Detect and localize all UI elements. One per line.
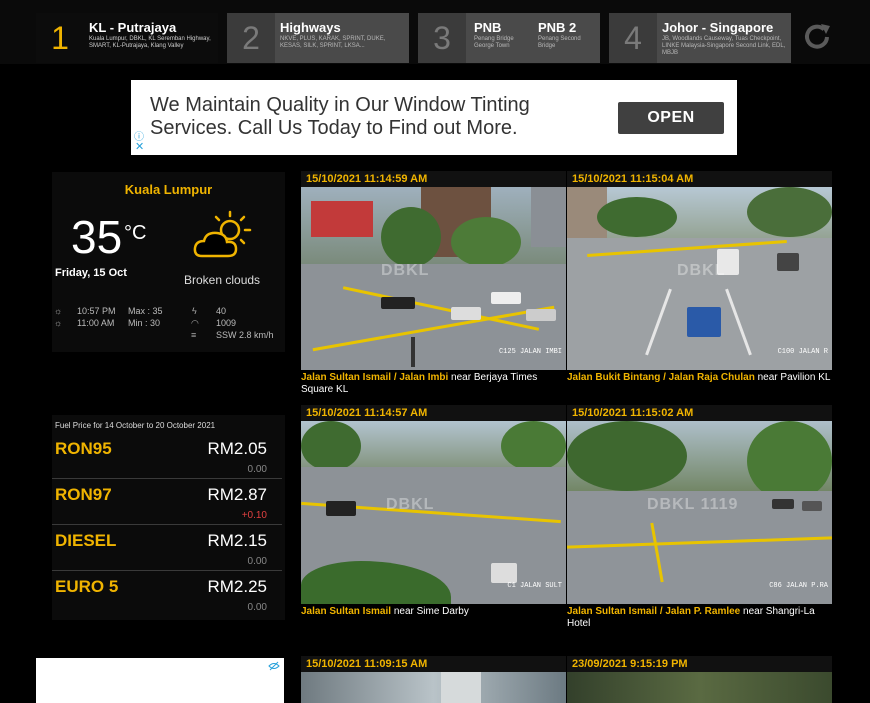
nav-tab-title-2: PNB 2 bbox=[538, 20, 577, 35]
camera-timestamp: 15/10/2021 11:15:02 AM bbox=[567, 405, 832, 421]
camera-near: near Sime Darby bbox=[391, 606, 469, 617]
pressure-icon: ◠ bbox=[191, 318, 199, 328]
nav-tab-johor-singapore[interactable]: 4 Johor - Singapore JB, Woodlands Causew… bbox=[609, 13, 791, 63]
nav-tab-title: Johor - Singapore bbox=[662, 20, 774, 35]
camera-watermark: DBKL bbox=[381, 262, 430, 279]
traffic-camera-6[interactable]: 23/09/2021 9:15:19 PM bbox=[567, 656, 832, 703]
fuel-price: RM2.25 bbox=[207, 577, 267, 596]
fuel-row: DIESEL RM2.15 0.00 bbox=[52, 525, 282, 571]
traffic-camera-3[interactable]: 15/10/2021 11:14:57 AM DBKL C1 JALAN SUL… bbox=[301, 405, 566, 635]
wind-icon: ≡ bbox=[191, 330, 197, 340]
camera-caption: Jalan Bukit Bintang / Jalan Raja Chulan … bbox=[567, 372, 832, 384]
fuel-name: RON97 bbox=[55, 485, 112, 504]
refresh-icon[interactable] bbox=[800, 20, 834, 54]
weather-condition: Broken clouds bbox=[184, 273, 261, 287]
partly-cloudy-icon bbox=[193, 210, 252, 258]
weather-wind: SSW 2.8 km/h bbox=[216, 330, 274, 340]
nav-tab-subtitle: Penang Bridge George Town bbox=[474, 36, 514, 49]
camera-image[interactable]: DBKL 1119 C86 JALAN P.RA bbox=[567, 421, 832, 604]
weather-sunrise: 11:00 AM bbox=[77, 318, 115, 328]
nav-tab-title: PNB bbox=[474, 20, 502, 35]
nav-tab-pnb[interactable]: 3 PNB Penang Bridge George Town PNB 2 Pe… bbox=[418, 13, 600, 63]
nav-tab-number: 3 bbox=[433, 19, 451, 56]
weather-panel: Kuala Lumpur 35 °C Friday, 15 Oct Broken… bbox=[52, 172, 285, 352]
sunset-icon: ☼ bbox=[54, 306, 63, 316]
camera-timestamp: 15/10/2021 11:14:57 AM bbox=[301, 405, 566, 421]
camera-image[interactable]: DBKL C1 JALAN SULT bbox=[301, 421, 566, 604]
weather-max: Max : 35 bbox=[128, 306, 163, 316]
nav-tab-number: 1 bbox=[51, 19, 69, 56]
fuel-heading: Fuel Price for 14 October to 20 October … bbox=[55, 421, 216, 430]
nav-tab-number: 4 bbox=[624, 19, 642, 56]
fuel-row: RON97 RM2.87 +0.10 bbox=[52, 479, 282, 525]
nav-tab-subtitle: JB, Woodlands Causeway, Tuas Checkpoint,… bbox=[662, 36, 786, 56]
fuel-change: 0.00 bbox=[247, 556, 267, 567]
sunrise-icon: ☼ bbox=[54, 318, 63, 328]
nav-tab-subtitle: Kuala Lumpur, DBKL, KL Seremban Highway,… bbox=[89, 36, 211, 49]
fuel-name: DIESEL bbox=[55, 531, 117, 550]
fuel-name: RON95 bbox=[55, 439, 112, 458]
camera-watermark: DBKL bbox=[386, 496, 435, 513]
camera-image[interactable]: DBKL C125 JALAN IMBI bbox=[301, 187, 566, 370]
ad-close-icon[interactable]: ✕ bbox=[135, 140, 144, 153]
fuel-row: EURO 5 RM2.25 0.00 bbox=[52, 571, 282, 616]
fuel-name: EURO 5 bbox=[55, 577, 119, 596]
ad-banner-2[interactable] bbox=[36, 658, 284, 703]
camera-watermark: DBKL bbox=[677, 262, 726, 279]
camera-road: Jalan Sultan Ismail / Jalan P. Ramlee bbox=[567, 606, 741, 617]
traffic-camera-4[interactable]: 15/10/2021 11:15:02 AM DBKL 1119 C86 JAL… bbox=[567, 405, 832, 635]
nav-tab-title: KL - Putrajaya bbox=[89, 20, 177, 35]
nav-tab-subtitle-2: Penang Second Bridge bbox=[538, 36, 581, 49]
fuel-change: +0.10 bbox=[241, 510, 267, 521]
nav-tab-number: 2 bbox=[242, 19, 260, 56]
fuel-row: RON95 RM2.05 0.00 bbox=[52, 433, 282, 479]
fuel-change: 0.00 bbox=[247, 602, 267, 613]
traffic-camera-5[interactable]: 15/10/2021 11:09:15 AM bbox=[301, 656, 566, 703]
camera-timestamp: 15/10/2021 11:09:15 AM bbox=[301, 656, 566, 672]
camera-image[interactable] bbox=[567, 672, 832, 703]
camera-timestamp: 15/10/2021 11:14:59 AM bbox=[301, 171, 566, 187]
camera-road: Jalan Sultan Ismail bbox=[301, 606, 392, 617]
humidity-icon: ϟ bbox=[192, 306, 197, 316]
weather-unit: °C bbox=[124, 222, 147, 244]
weather-city: Kuala Lumpur bbox=[124, 182, 213, 197]
fuel-price-panel: Fuel Price for 14 October to 20 October … bbox=[52, 415, 285, 620]
fuel-price: RM2.05 bbox=[207, 439, 267, 458]
camera-stamp: C1 JALAN SULT bbox=[507, 582, 562, 590]
camera-watermark: DBKL 1119 bbox=[647, 496, 739, 513]
ad-choices-icon[interactable] bbox=[268, 661, 280, 671]
weather-pressure: 1009 bbox=[216, 318, 237, 328]
camera-caption: Jalan Sultan Ismail / Jalan P. Ramlee ne… bbox=[567, 606, 832, 630]
traffic-camera-2[interactable]: 15/10/2021 11:15:04 AM DBKL C100 JALAN R… bbox=[567, 171, 832, 401]
weather-temperature: 35 bbox=[71, 211, 123, 263]
camera-stamp: C86 JALAN P.RA bbox=[769, 582, 828, 590]
traffic-camera-1[interactable]: 15/10/2021 11:14:59 AM DBKL C125 JALAN I… bbox=[301, 171, 566, 401]
camera-stamp: C125 JALAN IMBI bbox=[498, 348, 562, 356]
ad-open-button[interactable]: OPEN bbox=[618, 102, 724, 134]
camera-road: Jalan Bukit Bintang / Jalan Raja Chulan bbox=[567, 372, 755, 383]
camera-image[interactable] bbox=[301, 672, 566, 703]
camera-near: near Pavilion KL bbox=[754, 372, 831, 383]
weather-min: Min : 30 bbox=[128, 318, 161, 328]
nav-tab-kl-putrajaya[interactable]: 1 KL - Putrajaya Kuala Lumpur, DBKL, KL … bbox=[36, 13, 218, 63]
nav-tab-highways[interactable]: 2 Highways NKVE, PLUS, KARAK, SPRINT, DU… bbox=[227, 13, 409, 63]
fuel-change: 0.00 bbox=[247, 464, 267, 475]
camera-timestamp: 23/09/2021 9:15:19 PM bbox=[567, 656, 832, 672]
camera-image[interactable]: DBKL C100 JALAN R bbox=[567, 187, 832, 370]
camera-stamp: C100 JALAN R bbox=[777, 348, 828, 356]
fuel-price: RM2.87 bbox=[207, 485, 267, 504]
fuel-price: RM2.15 bbox=[207, 531, 267, 550]
weather-date: Friday, 15 Oct bbox=[55, 267, 127, 279]
ad-banner[interactable]: We Maintain Quality in Our Window Tintin… bbox=[131, 80, 737, 155]
camera-caption: Jalan Sultan Ismail near Sime Darby bbox=[301, 606, 566, 618]
camera-timestamp: 15/10/2021 11:15:04 AM bbox=[567, 171, 832, 187]
camera-caption: Jalan Sultan Ismail / Jalan Imbi near Be… bbox=[301, 372, 566, 396]
nav-tab-subtitle: NKVE, PLUS, KARAK, SPRINT, DUKE, KESAS, … bbox=[280, 36, 386, 49]
nav-tab-title: Highways bbox=[280, 20, 341, 35]
camera-road: Jalan Sultan Ismail / Jalan Imbi bbox=[301, 372, 449, 383]
weather-sunset: 10:57 PM bbox=[77, 306, 116, 316]
top-nav: 1 KL - Putrajaya Kuala Lumpur, DBKL, KL … bbox=[0, 0, 870, 64]
weather-humidity: 40 bbox=[216, 306, 227, 316]
ad-text: We Maintain Quality in Our Window Tintin… bbox=[150, 94, 530, 139]
